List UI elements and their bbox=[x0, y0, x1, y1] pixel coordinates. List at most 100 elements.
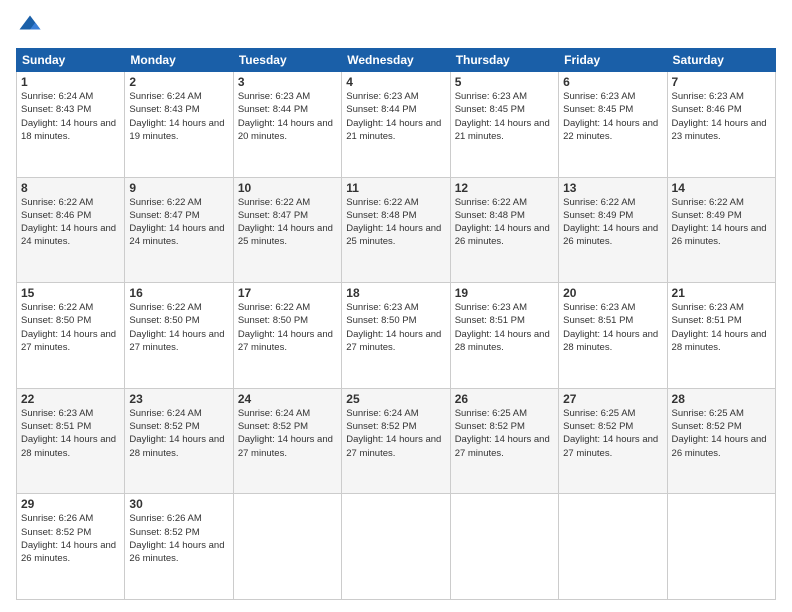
day-detail: Sunrise: 6:22 AMSunset: 8:50 PMDaylight:… bbox=[129, 302, 224, 353]
calendar-cell: 9 Sunrise: 6:22 AMSunset: 8:47 PMDayligh… bbox=[125, 177, 233, 283]
day-number: 30 bbox=[129, 497, 228, 511]
weekday-header: Thursday bbox=[450, 49, 558, 72]
calendar-cell: 22 Sunrise: 6:23 AMSunset: 8:51 PMDaylig… bbox=[17, 388, 125, 494]
day-detail: Sunrise: 6:23 AMSunset: 8:45 PMDaylight:… bbox=[563, 91, 658, 142]
day-number: 23 bbox=[129, 392, 228, 406]
day-number: 2 bbox=[129, 75, 228, 89]
calendar-cell bbox=[342, 494, 450, 600]
calendar-cell bbox=[667, 494, 775, 600]
calendar-cell: 18 Sunrise: 6:23 AMSunset: 8:50 PMDaylig… bbox=[342, 283, 450, 389]
calendar-cell bbox=[233, 494, 341, 600]
day-detail: Sunrise: 6:24 AMSunset: 8:52 PMDaylight:… bbox=[346, 408, 441, 459]
day-number: 17 bbox=[238, 286, 337, 300]
calendar-week-row: 1 Sunrise: 6:24 AMSunset: 8:43 PMDayligh… bbox=[17, 72, 776, 178]
day-number: 25 bbox=[346, 392, 445, 406]
calendar-cell: 27 Sunrise: 6:25 AMSunset: 8:52 PMDaylig… bbox=[559, 388, 667, 494]
day-number: 29 bbox=[21, 497, 120, 511]
weekday-header: Saturday bbox=[667, 49, 775, 72]
day-number: 1 bbox=[21, 75, 120, 89]
day-detail: Sunrise: 6:22 AMSunset: 8:47 PMDaylight:… bbox=[129, 197, 224, 248]
day-detail: Sunrise: 6:23 AMSunset: 8:51 PMDaylight:… bbox=[455, 302, 550, 353]
day-detail: Sunrise: 6:23 AMSunset: 8:51 PMDaylight:… bbox=[21, 408, 116, 459]
calendar-cell: 12 Sunrise: 6:22 AMSunset: 8:48 PMDaylig… bbox=[450, 177, 558, 283]
calendar-week-row: 8 Sunrise: 6:22 AMSunset: 8:46 PMDayligh… bbox=[17, 177, 776, 283]
header bbox=[16, 12, 776, 40]
calendar-cell: 24 Sunrise: 6:24 AMSunset: 8:52 PMDaylig… bbox=[233, 388, 341, 494]
day-number: 11 bbox=[346, 181, 445, 195]
calendar-cell: 15 Sunrise: 6:22 AMSunset: 8:50 PMDaylig… bbox=[17, 283, 125, 389]
day-detail: Sunrise: 6:23 AMSunset: 8:44 PMDaylight:… bbox=[238, 91, 333, 142]
day-number: 3 bbox=[238, 75, 337, 89]
page: SundayMondayTuesdayWednesdayThursdayFrid… bbox=[0, 0, 792, 612]
calendar-cell: 21 Sunrise: 6:23 AMSunset: 8:51 PMDaylig… bbox=[667, 283, 775, 389]
calendar-table: SundayMondayTuesdayWednesdayThursdayFrid… bbox=[16, 48, 776, 600]
calendar-cell: 4 Sunrise: 6:23 AMSunset: 8:44 PMDayligh… bbox=[342, 72, 450, 178]
logo-icon bbox=[16, 12, 44, 40]
calendar-cell: 20 Sunrise: 6:23 AMSunset: 8:51 PMDaylig… bbox=[559, 283, 667, 389]
day-number: 19 bbox=[455, 286, 554, 300]
calendar-cell: 29 Sunrise: 6:26 AMSunset: 8:52 PMDaylig… bbox=[17, 494, 125, 600]
day-detail: Sunrise: 6:24 AMSunset: 8:52 PMDaylight:… bbox=[238, 408, 333, 459]
logo bbox=[16, 12, 48, 40]
day-detail: Sunrise: 6:22 AMSunset: 8:49 PMDaylight:… bbox=[563, 197, 658, 248]
day-number: 10 bbox=[238, 181, 337, 195]
calendar-cell: 10 Sunrise: 6:22 AMSunset: 8:47 PMDaylig… bbox=[233, 177, 341, 283]
day-number: 18 bbox=[346, 286, 445, 300]
calendar-cell: 14 Sunrise: 6:22 AMSunset: 8:49 PMDaylig… bbox=[667, 177, 775, 283]
weekday-header: Sunday bbox=[17, 49, 125, 72]
day-detail: Sunrise: 6:23 AMSunset: 8:50 PMDaylight:… bbox=[346, 302, 441, 353]
day-number: 20 bbox=[563, 286, 662, 300]
day-detail: Sunrise: 6:22 AMSunset: 8:49 PMDaylight:… bbox=[672, 197, 767, 248]
calendar-cell bbox=[450, 494, 558, 600]
day-number: 5 bbox=[455, 75, 554, 89]
weekday-header: Monday bbox=[125, 49, 233, 72]
weekday-header: Wednesday bbox=[342, 49, 450, 72]
day-detail: Sunrise: 6:23 AMSunset: 8:51 PMDaylight:… bbox=[563, 302, 658, 353]
calendar-cell: 19 Sunrise: 6:23 AMSunset: 8:51 PMDaylig… bbox=[450, 283, 558, 389]
calendar-cell: 3 Sunrise: 6:23 AMSunset: 8:44 PMDayligh… bbox=[233, 72, 341, 178]
calendar-week-row: 29 Sunrise: 6:26 AMSunset: 8:52 PMDaylig… bbox=[17, 494, 776, 600]
calendar-cell bbox=[559, 494, 667, 600]
day-detail: Sunrise: 6:22 AMSunset: 8:48 PMDaylight:… bbox=[455, 197, 550, 248]
day-number: 22 bbox=[21, 392, 120, 406]
calendar-cell: 11 Sunrise: 6:22 AMSunset: 8:48 PMDaylig… bbox=[342, 177, 450, 283]
day-number: 7 bbox=[672, 75, 771, 89]
weekday-header: Friday bbox=[559, 49, 667, 72]
day-number: 9 bbox=[129, 181, 228, 195]
calendar-week-row: 22 Sunrise: 6:23 AMSunset: 8:51 PMDaylig… bbox=[17, 388, 776, 494]
day-detail: Sunrise: 6:23 AMSunset: 8:46 PMDaylight:… bbox=[672, 91, 767, 142]
day-number: 8 bbox=[21, 181, 120, 195]
calendar-cell: 1 Sunrise: 6:24 AMSunset: 8:43 PMDayligh… bbox=[17, 72, 125, 178]
calendar-cell: 5 Sunrise: 6:23 AMSunset: 8:45 PMDayligh… bbox=[450, 72, 558, 178]
day-detail: Sunrise: 6:24 AMSunset: 8:52 PMDaylight:… bbox=[129, 408, 224, 459]
day-number: 12 bbox=[455, 181, 554, 195]
day-detail: Sunrise: 6:26 AMSunset: 8:52 PMDaylight:… bbox=[129, 513, 224, 564]
calendar-cell: 23 Sunrise: 6:24 AMSunset: 8:52 PMDaylig… bbox=[125, 388, 233, 494]
day-detail: Sunrise: 6:22 AMSunset: 8:46 PMDaylight:… bbox=[21, 197, 116, 248]
day-number: 15 bbox=[21, 286, 120, 300]
calendar-cell: 28 Sunrise: 6:25 AMSunset: 8:52 PMDaylig… bbox=[667, 388, 775, 494]
calendar-cell: 8 Sunrise: 6:22 AMSunset: 8:46 PMDayligh… bbox=[17, 177, 125, 283]
day-number: 28 bbox=[672, 392, 771, 406]
calendar-cell: 6 Sunrise: 6:23 AMSunset: 8:45 PMDayligh… bbox=[559, 72, 667, 178]
day-number: 21 bbox=[672, 286, 771, 300]
day-number: 26 bbox=[455, 392, 554, 406]
day-number: 14 bbox=[672, 181, 771, 195]
calendar-cell: 13 Sunrise: 6:22 AMSunset: 8:49 PMDaylig… bbox=[559, 177, 667, 283]
day-number: 6 bbox=[563, 75, 662, 89]
day-detail: Sunrise: 6:22 AMSunset: 8:50 PMDaylight:… bbox=[238, 302, 333, 353]
calendar-cell: 7 Sunrise: 6:23 AMSunset: 8:46 PMDayligh… bbox=[667, 72, 775, 178]
day-number: 13 bbox=[563, 181, 662, 195]
day-number: 24 bbox=[238, 392, 337, 406]
day-detail: Sunrise: 6:24 AMSunset: 8:43 PMDaylight:… bbox=[129, 91, 224, 142]
calendar-cell: 17 Sunrise: 6:22 AMSunset: 8:50 PMDaylig… bbox=[233, 283, 341, 389]
day-detail: Sunrise: 6:22 AMSunset: 8:50 PMDaylight:… bbox=[21, 302, 116, 353]
day-detail: Sunrise: 6:25 AMSunset: 8:52 PMDaylight:… bbox=[672, 408, 767, 459]
day-detail: Sunrise: 6:22 AMSunset: 8:48 PMDaylight:… bbox=[346, 197, 441, 248]
calendar-cell: 26 Sunrise: 6:25 AMSunset: 8:52 PMDaylig… bbox=[450, 388, 558, 494]
day-detail: Sunrise: 6:23 AMSunset: 8:45 PMDaylight:… bbox=[455, 91, 550, 142]
weekday-header: Tuesday bbox=[233, 49, 341, 72]
day-number: 27 bbox=[563, 392, 662, 406]
day-detail: Sunrise: 6:22 AMSunset: 8:47 PMDaylight:… bbox=[238, 197, 333, 248]
calendar-cell: 2 Sunrise: 6:24 AMSunset: 8:43 PMDayligh… bbox=[125, 72, 233, 178]
